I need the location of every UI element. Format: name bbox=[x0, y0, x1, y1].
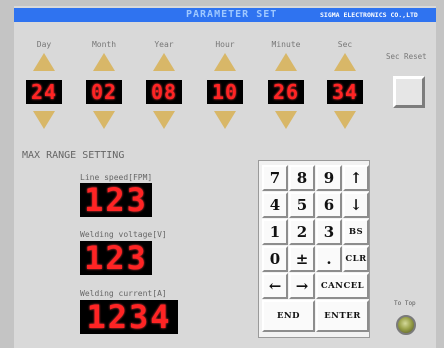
day-up-arrow-icon[interactable] bbox=[33, 53, 55, 71]
key-right-arrow[interactable]: → bbox=[289, 273, 315, 299]
key-plus-minus[interactable]: ± bbox=[289, 246, 315, 272]
welding-current-display[interactable]: 1234 bbox=[80, 298, 178, 336]
key-5[interactable]: 5 bbox=[289, 192, 315, 218]
key-up-arrow[interactable]: ↑ bbox=[343, 165, 369, 191]
key-1[interactable]: 1 bbox=[262, 219, 288, 245]
welding-current-label: Welding current[A] bbox=[80, 289, 167, 298]
page-title: PARAMETER SET bbox=[186, 9, 278, 20]
month-up-arrow-icon[interactable] bbox=[93, 53, 115, 71]
title-bar: PARAMETER SET SIGMA ELECTRONICS CO.,LTD bbox=[14, 8, 436, 22]
max-range-title: MAX RANGE SETTING bbox=[22, 150, 125, 161]
key-left-arrow[interactable]: ← bbox=[262, 273, 288, 299]
sec-display: 34 bbox=[327, 80, 363, 104]
sec-reset-button[interactable] bbox=[393, 76, 425, 108]
minute-label: Minute bbox=[271, 40, 301, 49]
key-8[interactable]: 8 bbox=[289, 165, 315, 191]
company-name: SIGMA ELECTRONICS CO.,LTD bbox=[320, 11, 418, 19]
sec-reset-label: Sec Reset bbox=[386, 52, 427, 61]
key-backspace[interactable]: BS bbox=[343, 219, 369, 245]
year-up-arrow-icon[interactable] bbox=[153, 53, 175, 71]
day-display: 24 bbox=[26, 80, 62, 104]
numeric-keypad: 7 8 9 ↑ 4 5 6 ↓ 1 2 3 BS 0 ± . CLR ← → C… bbox=[258, 160, 370, 338]
key-end[interactable]: END bbox=[262, 300, 315, 332]
minute-down-arrow-icon[interactable] bbox=[275, 111, 297, 129]
key-cancel[interactable]: CANCEL bbox=[316, 273, 369, 299]
sec-up-arrow-icon[interactable] bbox=[334, 53, 356, 71]
key-clear[interactable]: CLR bbox=[343, 246, 369, 272]
key-6[interactable]: 6 bbox=[316, 192, 342, 218]
hour-down-arrow-icon[interactable] bbox=[214, 111, 236, 129]
key-4[interactable]: 4 bbox=[262, 192, 288, 218]
key-0[interactable]: 0 bbox=[262, 246, 288, 272]
sec-label: Sec bbox=[337, 40, 353, 49]
month-display: 02 bbox=[86, 80, 122, 104]
key-2[interactable]: 2 bbox=[289, 219, 315, 245]
key-9[interactable]: 9 bbox=[316, 165, 342, 191]
hour-display: 10 bbox=[207, 80, 243, 104]
minute-up-arrow-icon[interactable] bbox=[275, 53, 297, 71]
welding-voltage-label: Welding voltage[V] bbox=[80, 230, 167, 239]
hour-up-arrow-icon[interactable] bbox=[214, 53, 236, 71]
minute-display: 26 bbox=[268, 80, 304, 104]
key-3[interactable]: 3 bbox=[316, 219, 342, 245]
line-speed-display[interactable]: 123 bbox=[80, 181, 152, 219]
month-label: Month bbox=[91, 40, 117, 49]
day-label: Day bbox=[36, 40, 52, 49]
key-down-arrow[interactable]: ↓ bbox=[343, 192, 369, 218]
month-down-arrow-icon[interactable] bbox=[93, 111, 115, 129]
key-enter[interactable]: ENTER bbox=[316, 300, 369, 332]
sec-down-arrow-icon[interactable] bbox=[334, 111, 356, 129]
day-down-arrow-icon[interactable] bbox=[33, 111, 55, 129]
year-label: Year bbox=[154, 40, 174, 49]
key-decimal[interactable]: . bbox=[316, 246, 342, 272]
year-down-arrow-icon[interactable] bbox=[153, 111, 175, 129]
year-display: 08 bbox=[146, 80, 182, 104]
hour-label: Hour bbox=[215, 40, 235, 49]
key-7[interactable]: 7 bbox=[262, 165, 288, 191]
to-top-label: To Top bbox=[394, 300, 416, 307]
welding-voltage-display[interactable]: 123 bbox=[80, 239, 152, 277]
to-top-button[interactable] bbox=[396, 315, 416, 335]
